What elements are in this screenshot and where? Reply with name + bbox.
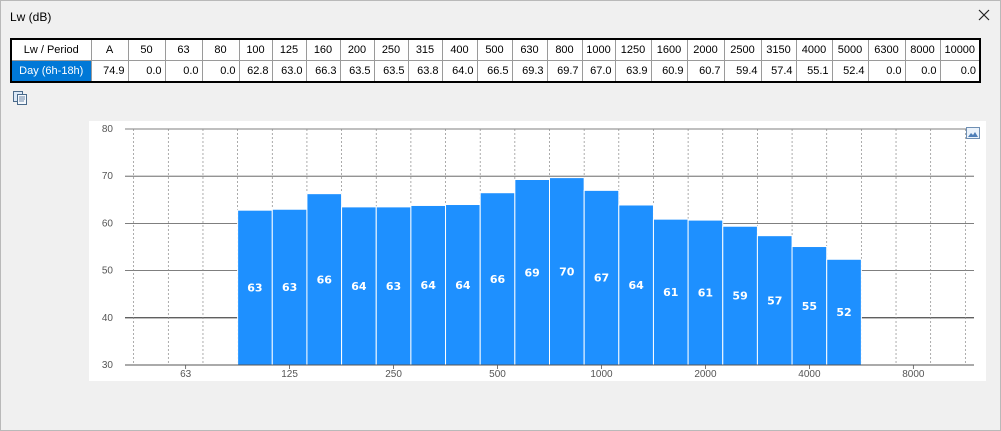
column-header: 50 [127,38,166,61]
bar-data-label: 59 [732,290,747,303]
table-cell[interactable]: 63.0 [271,60,307,83]
table-cell[interactable]: 52.4 [831,60,869,83]
bar-data-label: 63 [386,280,401,293]
bar-data-label: 67 [594,272,609,285]
table-cell[interactable]: 63.9 [614,60,652,83]
column-header: 80 [201,38,240,61]
close-button[interactable] [974,5,994,25]
table-cell[interactable]: 66.5 [476,60,513,83]
column-header: 100 [238,38,273,61]
table-cell[interactable]: 67.0 [581,60,616,83]
x-tick-label: 125 [281,369,298,380]
table-cell[interactable]: 60.7 [686,60,725,83]
chart-image-button[interactable] [966,127,980,139]
copy-button[interactable] [12,90,28,106]
column-header: 160 [305,38,341,61]
x-tick-label: 4000 [798,369,821,380]
title-bar: Lw (dB) [1,1,1000,33]
table-cell[interactable]: 60.9 [650,60,688,83]
chart-svg: 30 40 50 60 70 80 63 63 66 64 63 64 64 66 69 70 67 64 61 61… [102,124,974,380]
window-title: Lw (dB) [10,10,52,24]
table-cell[interactable]: 74.9 [90,60,129,83]
table-cell[interactable]: 62.8 [238,60,273,83]
column-header: 6300 [867,38,906,61]
table-cell[interactable]: 0.0 [127,60,166,83]
chart-image-icon [966,127,980,139]
bar-data-label: 61 [698,287,713,300]
table-cell[interactable]: 66.3 [305,60,341,83]
y-tick-label: 80 [102,124,114,135]
bar-data-label: 64 [455,279,471,292]
column-header: 250 [373,38,409,61]
table-cell[interactable]: 69.7 [546,60,583,83]
column-header: 2000 [686,38,725,61]
table-cell[interactable]: 63.5 [339,60,375,83]
column-header: 400 [441,38,478,61]
column-header: 315 [407,38,443,61]
close-icon [978,9,990,21]
column-header: 10000 [939,38,981,61]
table-cell[interactable]: 63.5 [373,60,409,83]
column-header: 500 [476,38,513,61]
column-header: A [90,38,129,61]
table-cell[interactable]: 64.0 [441,60,478,83]
lw-table: Lw / Period A 50 63 80 100 125 160 200 250 315 400… [10,38,981,83]
x-tick-label: 250 [385,369,402,380]
bar-data-label: 55 [802,300,817,313]
bar-data-label: 63 [282,281,297,294]
y-tick-label: 70 [102,171,114,182]
table-cell[interactable]: 0.0 [867,60,906,83]
x-tick-label: 63 [180,369,192,380]
table-cell[interactable]: 55.1 [795,60,833,83]
column-header: 200 [339,38,375,61]
table-cell[interactable]: 59.4 [723,60,762,83]
bar-data-label: 57 [767,294,782,307]
column-header: 63 [164,38,203,61]
y-tick-label: 30 [102,360,114,371]
bar-data-label: 52 [836,306,851,319]
table-cell[interactable]: 0.0 [939,60,981,83]
table-header-row: Lw / Period A 50 63 80 100 125 160 200 250 315 400… [10,38,981,61]
bar-data-label: 69 [525,266,540,279]
dialog-window: Lw (dB) Lw / Period A 50 63 80 100 125 160 200 2… [0,0,1001,431]
table-cell[interactable]: 57.4 [760,60,797,83]
table-cell[interactable]: 63.8 [407,60,443,83]
column-header: 800 [546,38,583,61]
table-cell[interactable]: 0.0 [201,60,240,83]
row-header[interactable]: Day (6h-18h) [10,60,92,83]
y-tick-label: 60 [102,218,114,229]
column-header: 4000 [795,38,833,61]
column-header: 1000 [581,38,616,61]
bar-data-label: 64 [628,279,644,292]
column-header: 5000 [831,38,869,61]
table-body: Day (6h-18h) 74.9 0.0 0.0 0.0 62.8 63.0 66.3 63.… [10,60,981,83]
column-header: 1600 [650,38,688,61]
x-tick-label: 8000 [902,369,925,380]
bar-data-label: 66 [490,273,506,286]
bar-data-label: 63 [247,282,262,295]
spectrum-chart: 30 40 50 60 70 80 63 63 66 64 63 64 64 66 69 70 67 64 61 61… [89,121,986,381]
x-tick-label: 1000 [590,369,613,380]
x-tick-label: 2000 [694,369,717,380]
column-header: 630 [511,38,548,61]
bar-data-label: 64 [351,280,367,293]
column-header: 125 [271,38,307,61]
table-cell[interactable]: 0.0 [904,60,941,83]
column-header: 2500 [723,38,762,61]
table-cell[interactable]: 0.0 [164,60,203,83]
bar-data-label: 70 [559,265,575,278]
bar-data-label: 64 [421,279,437,292]
corner-header: Lw / Period [10,38,92,61]
x-tick-label: 500 [489,369,506,380]
y-tick-label: 40 [102,313,114,324]
column-header: 8000 [904,38,941,61]
table-row[interactable]: Day (6h-18h) 74.9 0.0 0.0 0.0 62.8 63.0 66.3 63.… [10,60,981,83]
copy-icon [13,91,27,105]
table-cell[interactable]: 69.3 [511,60,548,83]
bar-data-label: 61 [663,286,678,299]
column-header: 1250 [614,38,652,61]
y-tick-label: 50 [102,266,114,277]
bar-data-label: 66 [317,273,333,286]
column-header: 3150 [760,38,797,61]
